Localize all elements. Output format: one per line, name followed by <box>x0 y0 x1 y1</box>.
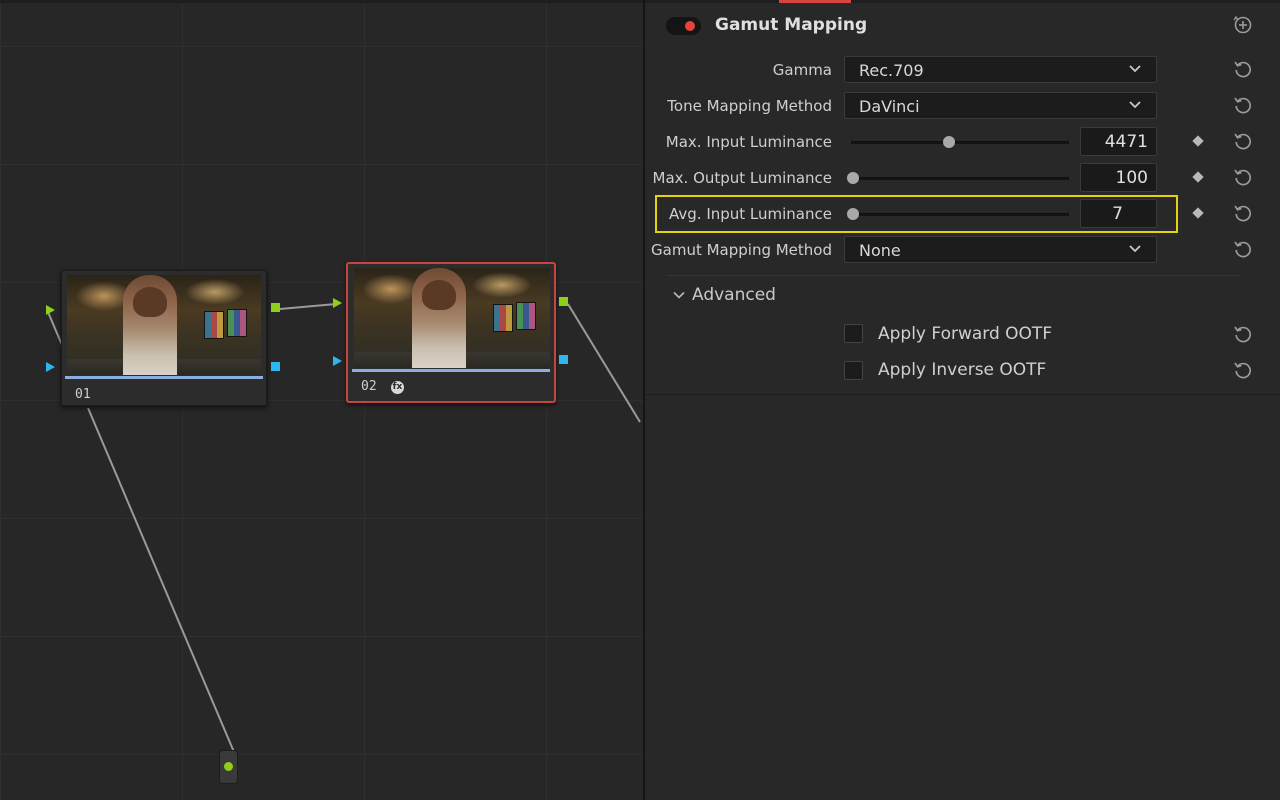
node-01-label: 01 <box>75 387 91 402</box>
effect-enable-toggle[interactable] <box>666 17 701 35</box>
gamut-mapping-method-value: None <box>859 241 901 260</box>
max-output-luminance-field[interactable]: 100 <box>1080 163 1157 192</box>
reset-forward-ootf-icon[interactable] <box>1232 323 1254 345</box>
reset-gamut-mapping-method-icon[interactable] <box>1232 238 1254 260</box>
gamut-mapping-method-label: Gamut Mapping Method <box>651 241 832 259</box>
node-02-rgb-input-port[interactable] <box>333 298 342 308</box>
max-input-luminance-field[interactable]: 4471 <box>1080 127 1157 156</box>
reset-tone-mapping-icon[interactable] <box>1232 94 1254 116</box>
link-input-to-node01 <box>47 311 63 346</box>
apply-forward-ootf-label[interactable]: Apply Forward OOTF <box>878 324 1052 344</box>
node-02-bar <box>352 369 550 372</box>
node-02-key-output-port[interactable] <box>559 355 568 364</box>
max-input-luminance-slider[interactable] <box>851 141 1069 144</box>
chevron-down-icon <box>1129 65 1141 73</box>
gamma-dropdown[interactable]: Rec.709 <box>844 56 1157 83</box>
reset-gamma-icon[interactable] <box>1232 58 1254 80</box>
apply-forward-ootf-checkbox[interactable] <box>844 324 863 343</box>
avg-input-luminance-value: 7 <box>1112 204 1123 224</box>
effect-settings-panel: Gamut Mapping Gamma Rec.709 Tone Mapping… <box>645 0 1280 800</box>
node-01-rgb-output-port[interactable] <box>271 303 280 312</box>
tone-mapping-method-label: Tone Mapping Method <box>667 97 832 115</box>
node-01-rgb-input-port[interactable] <box>46 305 55 315</box>
link-node02-out <box>567 303 641 423</box>
output-port[interactable] <box>224 762 233 771</box>
fx-icon: fx <box>391 381 404 394</box>
max-output-luminance-value: 100 <box>1115 168 1148 188</box>
node-02-label: 02 <box>361 379 377 394</box>
reset-effect-icon[interactable] <box>1232 14 1254 36</box>
advanced-section-toggle[interactable]: Advanced <box>692 285 776 305</box>
chevron-down-icon <box>1129 245 1141 253</box>
tone-mapping-method-value: DaVinci <box>859 97 920 116</box>
keyframe-diamond-icon[interactable] <box>1192 207 1204 219</box>
avg-input-luminance-slider[interactable] <box>851 213 1069 216</box>
max-output-luminance-slider[interactable] <box>851 177 1069 180</box>
output-node[interactable] <box>219 750 238 784</box>
max-input-luminance-value: 4471 <box>1104 132 1148 152</box>
apply-inverse-ootf-label[interactable]: Apply Inverse OOTF <box>878 360 1046 380</box>
node-02-key-input-port[interactable] <box>333 356 342 366</box>
node-01-key-output-port[interactable] <box>271 362 280 371</box>
node-01-bar <box>65 376 263 379</box>
active-tab-indicator <box>779 0 851 3</box>
node-graph[interactable]: 01 02 fx <box>0 0 643 800</box>
gamut-mapping-method-dropdown[interactable]: None <box>844 236 1157 263</box>
reset-avg-input-luminance-icon[interactable] <box>1232 202 1254 224</box>
chevron-down-icon <box>1129 101 1141 109</box>
section-separator <box>667 275 1240 276</box>
node-02-rgb-output-port[interactable] <box>559 297 568 306</box>
avg-input-luminance-slider-handle[interactable] <box>847 208 859 220</box>
effect-title: Gamut Mapping <box>715 15 868 35</box>
avg-input-luminance-label: Avg. Input Luminance <box>669 205 832 223</box>
max-input-luminance-slider-handle[interactable] <box>943 136 956 148</box>
apply-inverse-ootf-checkbox[interactable] <box>844 361 863 380</box>
gamma-value: Rec.709 <box>859 61 924 80</box>
node-01[interactable]: 01 <box>61 270 267 406</box>
chevron-down-icon[interactable] <box>673 291 685 300</box>
panel-section-bottom-border <box>645 394 1280 395</box>
node-01-thumbnail <box>67 275 261 375</box>
reset-max-input-luminance-icon[interactable] <box>1232 130 1254 152</box>
keyframe-diamond-icon[interactable] <box>1192 135 1204 147</box>
node-02-thumbnail <box>354 268 550 368</box>
reset-max-output-luminance-icon[interactable] <box>1232 166 1254 188</box>
gamma-label: Gamma <box>772 61 832 79</box>
max-output-luminance-slider-handle[interactable] <box>847 172 859 184</box>
link-node01-to-output <box>87 407 235 753</box>
max-input-luminance-label: Max. Input Luminance <box>665 133 832 151</box>
panel-top-border <box>645 0 1280 3</box>
max-output-luminance-label: Max. Output Luminance <box>652 169 832 187</box>
reset-inverse-ootf-icon[interactable] <box>1232 359 1254 381</box>
avg-input-luminance-field[interactable]: 7 <box>1080 199 1157 228</box>
tone-mapping-method-dropdown[interactable]: DaVinci <box>844 92 1157 119</box>
node-01-key-input-port[interactable] <box>46 362 55 372</box>
link-node01-to-node02 <box>279 303 337 310</box>
keyframe-diamond-icon[interactable] <box>1192 171 1204 183</box>
node-02[interactable]: 02 fx <box>346 262 556 403</box>
